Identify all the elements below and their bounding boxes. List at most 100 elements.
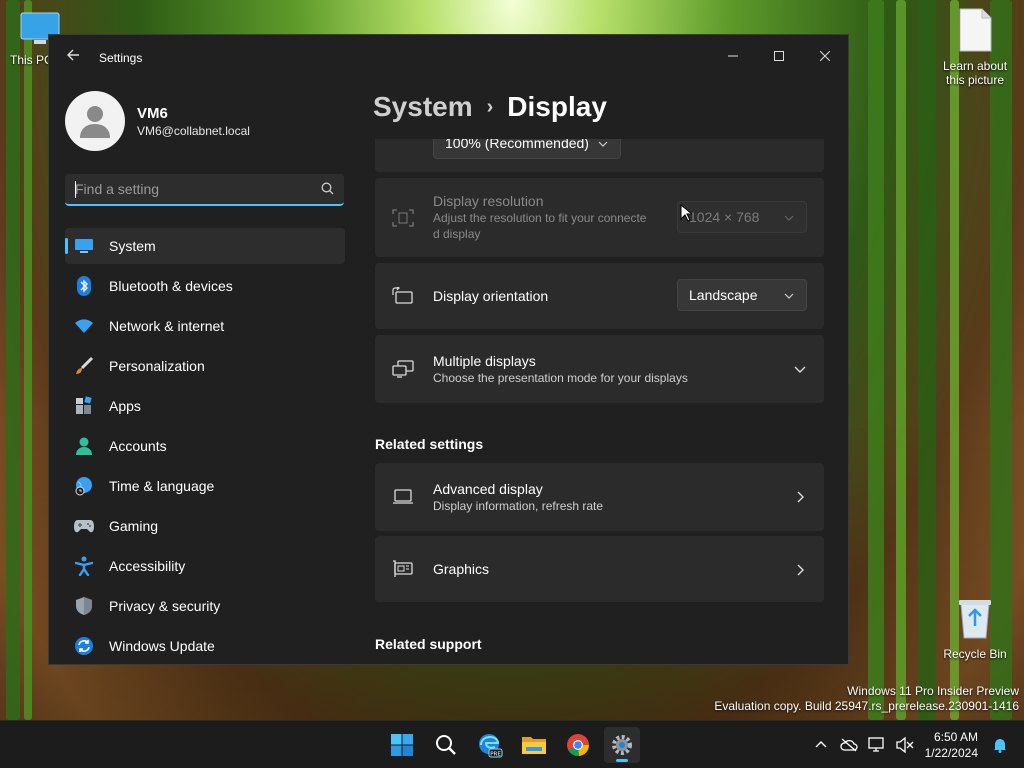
page-title: Display bbox=[507, 91, 607, 122]
search-box[interactable] bbox=[65, 174, 344, 206]
network-icon bbox=[867, 737, 884, 752]
resolution-value: 1024 × 768 bbox=[689, 209, 760, 225]
document-icon bbox=[940, 8, 1010, 55]
breadcrumb-parent[interactable]: System bbox=[373, 91, 473, 123]
watermark-line-2: Evaluation copy. Build 25947.rs_prerelea… bbox=[714, 699, 1019, 713]
volume-button[interactable] bbox=[891, 731, 919, 759]
globe-clock-icon bbox=[73, 475, 95, 497]
close-button[interactable] bbox=[802, 41, 848, 71]
minimize-button[interactable] bbox=[710, 41, 756, 71]
taskbar-search-button[interactable] bbox=[428, 727, 464, 763]
settings-taskbar-button[interactable] bbox=[604, 727, 640, 763]
sidebar-item-label: Privacy & security bbox=[109, 598, 221, 614]
chrome-icon bbox=[567, 734, 590, 757]
advanced-display-card[interactable]: Advanced display Display information, re… bbox=[375, 463, 824, 531]
accounts-icon bbox=[73, 435, 95, 457]
sidebar-item-bluetooth[interactable]: Bluetooth & devices bbox=[65, 268, 345, 304]
orientation-value: Landscape bbox=[689, 287, 758, 303]
orientation-icon bbox=[391, 284, 415, 308]
apps-icon bbox=[73, 395, 95, 417]
scale-dropdown[interactable]: 100% (Recommended) bbox=[433, 139, 621, 159]
graphics-title: Graphics bbox=[433, 561, 490, 577]
cloud-offline-icon bbox=[839, 738, 858, 752]
start-button[interactable] bbox=[384, 727, 420, 763]
network-button[interactable] bbox=[863, 731, 891, 759]
orientation-dropdown[interactable]: Landscape bbox=[677, 279, 807, 311]
sidebar-item-accounts[interactable]: Accounts bbox=[65, 428, 345, 464]
graphics-card-icon bbox=[391, 557, 415, 581]
avatar bbox=[65, 91, 125, 151]
chrome-button[interactable] bbox=[560, 727, 596, 763]
update-icon bbox=[73, 635, 95, 657]
multiple-displays-card[interactable]: Multiple displays Choose the presentatio… bbox=[375, 335, 824, 403]
sidebar-item-label: Accounts bbox=[109, 438, 167, 454]
orientation-title: Display orientation bbox=[433, 288, 549, 304]
chevron-down-icon[interactable] bbox=[794, 362, 806, 380]
clock-time: 6:50 AM bbox=[933, 730, 978, 744]
clock[interactable]: 6:50 AM 1/22/2024 bbox=[919, 729, 986, 761]
maximize-icon bbox=[774, 51, 784, 61]
sidebar-item-label: Network & internet bbox=[109, 318, 225, 334]
scale-card: 100% (Recommended) bbox=[375, 139, 824, 172]
maximize-button[interactable] bbox=[756, 41, 802, 71]
resolution-title: Display resolution bbox=[433, 193, 544, 209]
taskbar-apps: PRE bbox=[384, 727, 640, 763]
notifications-button[interactable] bbox=[986, 731, 1014, 759]
desktop-icon-recycle-bin[interactable]: Recycle Bin bbox=[940, 598, 1010, 661]
accessibility-icon bbox=[73, 555, 95, 577]
resolution-icon bbox=[391, 206, 415, 230]
back-arrow-icon bbox=[67, 49, 79, 61]
system-icon bbox=[73, 235, 95, 257]
desktop-icon-label: Recycle Bin bbox=[943, 647, 1007, 661]
gamepad-icon bbox=[73, 515, 95, 537]
sidebar-item-label: Accessibility bbox=[109, 558, 186, 574]
windows-start-icon bbox=[391, 734, 413, 756]
sidebar-item-label: Gaming bbox=[109, 518, 159, 534]
graphics-card[interactable]: Graphics bbox=[375, 536, 824, 602]
breadcrumb: System › Display bbox=[373, 91, 607, 123]
sidebar-item-apps[interactable]: Apps bbox=[65, 388, 345, 424]
system-tray: 6:50 AM 1/22/2024 bbox=[807, 721, 1024, 768]
sidebar-item-accessibility[interactable]: Accessibility bbox=[65, 548, 345, 584]
scale-value: 100% (Recommended) bbox=[445, 139, 589, 151]
sidebar-item-personalization[interactable]: Personalization bbox=[65, 348, 345, 384]
clock-date: 1/22/2024 bbox=[924, 746, 978, 760]
close-icon bbox=[820, 51, 830, 61]
desktop-icon-learn-picture[interactable]: Learn about this picture bbox=[940, 8, 1010, 87]
display-orientation-card: Display orientation Landscape bbox=[375, 263, 824, 329]
brush-icon bbox=[73, 355, 95, 377]
search-input[interactable] bbox=[75, 180, 305, 198]
back-button[interactable] bbox=[63, 48, 83, 68]
search-icon[interactable] bbox=[321, 182, 334, 200]
minimize-icon bbox=[728, 55, 738, 57]
settings-icon bbox=[612, 735, 632, 755]
onedrive-button[interactable] bbox=[835, 731, 863, 759]
laptop-display-icon bbox=[391, 485, 415, 509]
settings-window: Settings VM6 VM6@collabnet.local Sy bbox=[48, 34, 849, 665]
multiple-displays-subtitle: Choose the presentation mode for your di… bbox=[433, 371, 688, 385]
show-hidden-icons-button[interactable] bbox=[807, 731, 835, 759]
sidebar-item-network[interactable]: Network & internet bbox=[65, 308, 345, 344]
file-explorer-button[interactable] bbox=[516, 727, 552, 763]
chevron-up-icon bbox=[815, 741, 827, 748]
related-support-heading: Related support bbox=[375, 636, 482, 652]
svg-text:PRE: PRE bbox=[490, 752, 501, 758]
sidebar-item-windows-update[interactable]: Windows Update bbox=[65, 628, 345, 664]
display-settings-content[interactable]: 100% (Recommended) Display resolution Ad… bbox=[375, 139, 824, 664]
watermark-line-1: Windows 11 Pro Insider Preview bbox=[847, 684, 1019, 698]
user-profile[interactable]: VM6 VM6@collabnet.local bbox=[65, 91, 250, 151]
sidebar-item-time-language[interactable]: Time & language bbox=[65, 468, 345, 504]
sidebar-item-gaming[interactable]: Gaming bbox=[65, 508, 345, 544]
volume-muted-icon bbox=[895, 737, 914, 753]
sidebar-nav: System Bluetooth & devices Network & int… bbox=[65, 228, 345, 664]
edge-beta-button[interactable]: PRE bbox=[472, 727, 508, 763]
breadcrumb-separator: › bbox=[486, 95, 494, 118]
sidebar-item-privacy[interactable]: Privacy & security bbox=[65, 588, 345, 624]
taskbar: PRE 6:50 AM 1/22/2024 bbox=[0, 720, 1024, 768]
chevron-right-icon bbox=[794, 563, 806, 581]
shield-icon bbox=[73, 595, 95, 617]
sidebar-item-system[interactable]: System bbox=[65, 228, 345, 264]
title-bar[interactable]: Settings bbox=[49, 35, 848, 81]
resolution-dropdown[interactable]: 1024 × 768 bbox=[677, 201, 807, 233]
sidebar-item-label: Windows Update bbox=[109, 638, 215, 654]
